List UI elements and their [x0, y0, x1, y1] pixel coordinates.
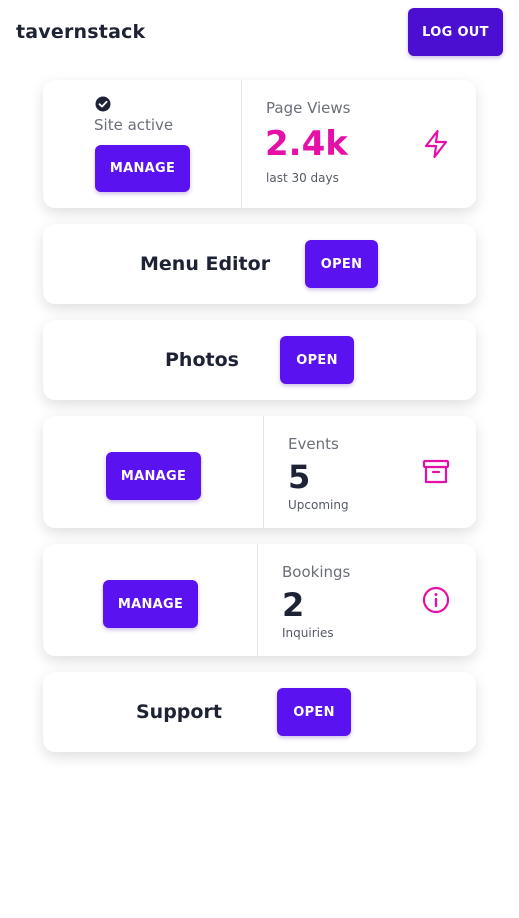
- logout-button[interactable]: LOG OUT: [408, 8, 503, 56]
- events-value: 5: [288, 458, 311, 496]
- site-status-text: Site active: [94, 116, 174, 134]
- manage-site-button[interactable]: MANAGE: [95, 145, 190, 192]
- card-divider: [257, 544, 258, 656]
- site-status-card: Site active MANAGE Page Views 2.4k last …: [43, 80, 476, 208]
- support-card: Support OPEN: [43, 672, 476, 752]
- photos-title: Photos: [165, 349, 239, 371]
- archive-icon: [422, 458, 450, 490]
- lightning-icon: [423, 129, 449, 163]
- manage-bookings-button[interactable]: MANAGE: [103, 580, 198, 628]
- bookings-value: 2: [282, 586, 305, 624]
- open-support-button[interactable]: OPEN: [277, 688, 351, 736]
- menu-editor-title: Menu Editor: [140, 253, 271, 275]
- brand-logo[interactable]: tavernstack: [16, 21, 145, 43]
- events-card: MANAGE Events 5 Upcoming: [43, 416, 476, 528]
- page-views-sub: last 30 days: [266, 171, 339, 185]
- events-label: Events: [288, 435, 339, 453]
- events-sub: Upcoming: [288, 498, 349, 512]
- bookings-card: MANAGE Bookings 2 Inquiries: [43, 544, 476, 656]
- page-views-value: 2.4k: [265, 124, 348, 164]
- card-divider: [241, 80, 242, 208]
- card-divider: [263, 416, 264, 528]
- support-title: Support: [136, 701, 222, 723]
- open-menu-editor-button[interactable]: OPEN: [305, 240, 378, 288]
- bookings-label: Bookings: [282, 563, 351, 581]
- manage-events-button[interactable]: MANAGE: [106, 452, 201, 500]
- bookings-sub: Inquiries: [282, 626, 334, 640]
- info-icon: [422, 586, 450, 618]
- menu-editor-card: Menu Editor OPEN: [43, 224, 476, 304]
- open-photos-button[interactable]: OPEN: [280, 336, 354, 384]
- photos-card: Photos OPEN: [43, 320, 476, 400]
- page-views-label: Page Views: [266, 99, 351, 117]
- check-circle-icon: [95, 96, 111, 116]
- app-header: tavernstack LOG OUT: [0, 0, 519, 66]
